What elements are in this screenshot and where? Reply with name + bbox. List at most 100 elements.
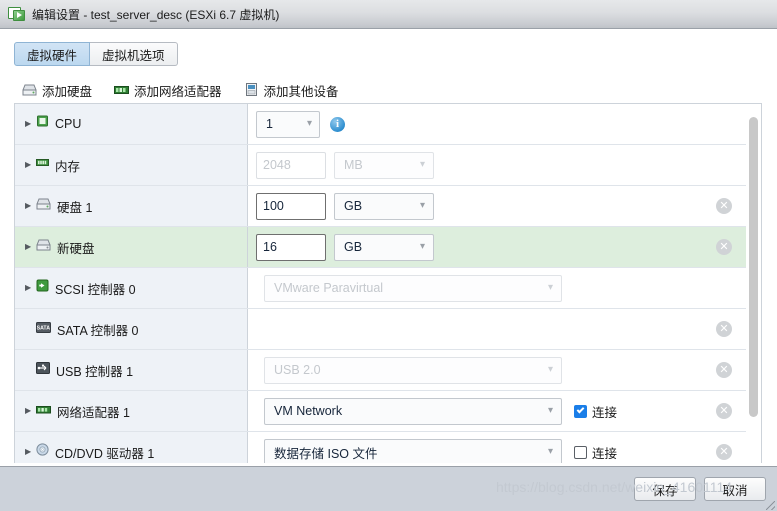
device-value-sata-controller-0: ✕ [248, 309, 748, 349]
cd-dvd-connect-label: 连接 [592, 446, 618, 461]
device-value-network-adapter-1: VM Network ▾ 连接 ✕ [248, 391, 748, 431]
device-list: ▶ CPU 1 ▾ i ▶ 内存 2048 MB ▾ ▶ 硬盘 1 100 GB… [15, 104, 748, 463]
device-label-hard-disk-1: ▶ 硬盘 1 [15, 186, 248, 226]
chevron-down-icon: ▾ [547, 364, 553, 375]
memory-unit-select[interactable]: MB ▾ [334, 151, 434, 179]
chevron-down-icon: ▾ [547, 282, 553, 293]
tab-virtual-hardware-label: 虚拟硬件 [27, 48, 78, 63]
network-select[interactable]: VM Network ▾ [264, 397, 562, 425]
device-value-cd-dvd-drive-1: 数据存储 ISO 文件 ▾ 连接 ✕ [248, 432, 748, 463]
usb-controller-version-select[interactable]: USB 2.0 ▾ [264, 356, 562, 384]
usb-controller-version-value: USB 2.0 [274, 363, 321, 377]
device-name: 硬盘 1 [57, 200, 93, 215]
device-label-network-adapter-1: ▶ 网络适配器 1 [15, 391, 248, 431]
expand-arrow-icon[interactable]: ▶ [25, 243, 36, 251]
device-row-usb-controller-1[interactable]: ▶ USB 控制器 1 USB 2.0 [15, 350, 748, 391]
remove-device-button[interactable]: ✕ [716, 239, 732, 255]
virtual-machine-icon [8, 6, 26, 22]
cpu-count-select[interactable]: 1 ▾ [256, 110, 320, 138]
cpu-count-value: 1 [266, 117, 273, 131]
device-row-memory[interactable]: ▶ 内存 2048 MB ▾ [15, 145, 748, 186]
cpu-icon [36, 115, 49, 133]
disk-unit-select[interactable]: GB ▾ [334, 192, 434, 220]
expand-arrow-icon[interactable]: ▶ [25, 284, 36, 292]
device-label-memory: ▶ 内存 [15, 145, 248, 185]
device-name: CD/DVD 驱动器 1 [55, 446, 155, 461]
device-row-network-adapter-1[interactable]: ▶ 网络适配器 1 VM Network ▾ 连接 ✕ [15, 391, 748, 432]
svg-text:SATA: SATA [37, 326, 51, 332]
other-device-icon [244, 82, 259, 99]
window-title: 编辑设置 - test_server_desc (ESXi 6.7 虚拟机) [32, 7, 280, 22]
tab-vm-options[interactable]: 虚拟机选项 [90, 42, 178, 66]
add-network-adapter-label: 添加网络适配器 [134, 85, 222, 99]
device-name: CPU [55, 117, 82, 131]
disk-size-input[interactable]: 100 [256, 192, 326, 220]
device-name: SATA 控制器 0 [57, 323, 139, 338]
device-row-cpu[interactable]: ▶ CPU 1 ▾ i [15, 104, 748, 145]
remove-device-button[interactable]: ✕ [716, 403, 732, 419]
tab-vm-options-label: 虚拟机选项 [102, 48, 165, 63]
network-connect-label: 连接 [592, 405, 618, 420]
device-value-usb-controller-1: USB 2.0 ▾ ✕ [248, 350, 748, 390]
memory-size-value: 2048 [263, 158, 291, 172]
remove-device-button[interactable]: ✕ [716, 362, 732, 378]
device-label-scsi-controller-0: ▶ SCSI 控制器 0 [15, 268, 248, 308]
network-adapter-icon [36, 402, 51, 420]
cd-dvd-connect-checkbox-group[interactable]: 连接 [574, 443, 617, 462]
device-label-cpu: ▶ CPU [15, 104, 248, 144]
expand-arrow-icon[interactable]: ▶ [25, 161, 36, 169]
expand-arrow-icon[interactable]: ▶ [25, 202, 36, 210]
tab-bar: 虚拟硬件 虚拟机选项 [14, 42, 178, 66]
expand-arrow-icon[interactable]: ▶ [25, 448, 36, 456]
memory-size-input[interactable]: 2048 [256, 151, 326, 179]
vertical-scrollbar[interactable] [746, 104, 761, 463]
chevron-down-icon: ▾ [419, 200, 425, 211]
network-value: VM Network [274, 404, 343, 418]
device-row-new-hard-disk[interactable]: ▶ 新硬盘 16 GB ▾ ✕ [15, 227, 748, 268]
resize-grip[interactable] [766, 501, 775, 510]
device-row-scsi-controller-0[interactable]: ▶ SCSI 控制器 0 VMware Paravirtual ▾ [15, 268, 748, 309]
device-value-scsi-controller-0: VMware Paravirtual ▾ [248, 268, 748, 308]
network-adapter-icon [114, 83, 130, 99]
memory-unit-value: MB [344, 158, 363, 172]
cd-dvd-connect-checkbox[interactable] [574, 445, 587, 459]
tab-virtual-hardware[interactable]: 虚拟硬件 [14, 42, 91, 66]
chevron-down-icon: ▾ [306, 118, 312, 129]
add-network-adapter-button[interactable]: 添加网络适配器 [114, 81, 222, 100]
hard-disk-icon [36, 197, 51, 215]
disk-unit-value: GB [344, 199, 363, 213]
chevron-down-icon: ▾ [419, 241, 425, 252]
new-disk-unit-select[interactable]: GB ▾ [334, 233, 434, 261]
usb-controller-icon [36, 361, 50, 379]
network-connect-checkbox[interactable] [574, 404, 587, 418]
edit-settings-dialog: 编辑设置 - test_server_desc (ESXi 6.7 虚拟机) 虚… [0, 0, 777, 511]
cd-dvd-drive-icon [36, 443, 49, 461]
scsi-controller-icon [36, 279, 49, 297]
device-row-sata-controller-0[interactable]: ▶ SATA SATA 控制器 0 ✕ [15, 309, 748, 350]
device-list-scroll-area: ▶ CPU 1 ▾ i ▶ 内存 2048 MB ▾ ▶ 硬盘 1 100 GB… [14, 103, 762, 463]
network-connect-checkbox-group[interactable]: 连接 [574, 402, 617, 421]
hard-disk-icon [22, 83, 37, 99]
chevron-down-icon: ▾ [547, 446, 553, 457]
scrollbar-thumb[interactable] [749, 117, 758, 417]
remove-device-button[interactable]: ✕ [716, 321, 732, 337]
remove-device-button[interactable]: ✕ [716, 198, 732, 214]
remove-device-button[interactable]: ✕ [716, 444, 732, 460]
expand-arrow-icon[interactable]: ▶ [25, 407, 36, 415]
chevron-down-icon: ▾ [547, 405, 553, 416]
add-other-device-button[interactable]: 添加其他设备 [244, 81, 339, 100]
add-hard-disk-button[interactable]: 添加硬盘 [22, 81, 92, 100]
device-row-cd-dvd-drive-1[interactable]: ▶ CD/DVD 驱动器 1 数据存储 ISO 文件 ▾ 连接 ✕ [15, 432, 748, 463]
expand-arrow-icon[interactable]: ▶ [25, 120, 36, 128]
cd-dvd-source-value: 数据存储 ISO 文件 [274, 446, 378, 461]
memory-icon [36, 156, 49, 174]
info-icon[interactable]: i [330, 116, 345, 132]
device-label-new-hard-disk: ▶ 新硬盘 [15, 227, 248, 267]
device-label-usb-controller-1: ▶ USB 控制器 1 [15, 350, 248, 390]
device-row-hard-disk-1[interactable]: ▶ 硬盘 1 100 GB ▾ ✕ [15, 186, 748, 227]
new-disk-size-input[interactable]: 16 [256, 233, 326, 261]
cd-dvd-source-select[interactable]: 数据存储 ISO 文件 ▾ [264, 438, 562, 463]
scsi-controller-type-select[interactable]: VMware Paravirtual ▾ [264, 274, 562, 302]
device-name: USB 控制器 1 [56, 364, 134, 379]
device-value-cpu: 1 ▾ i [248, 104, 748, 144]
